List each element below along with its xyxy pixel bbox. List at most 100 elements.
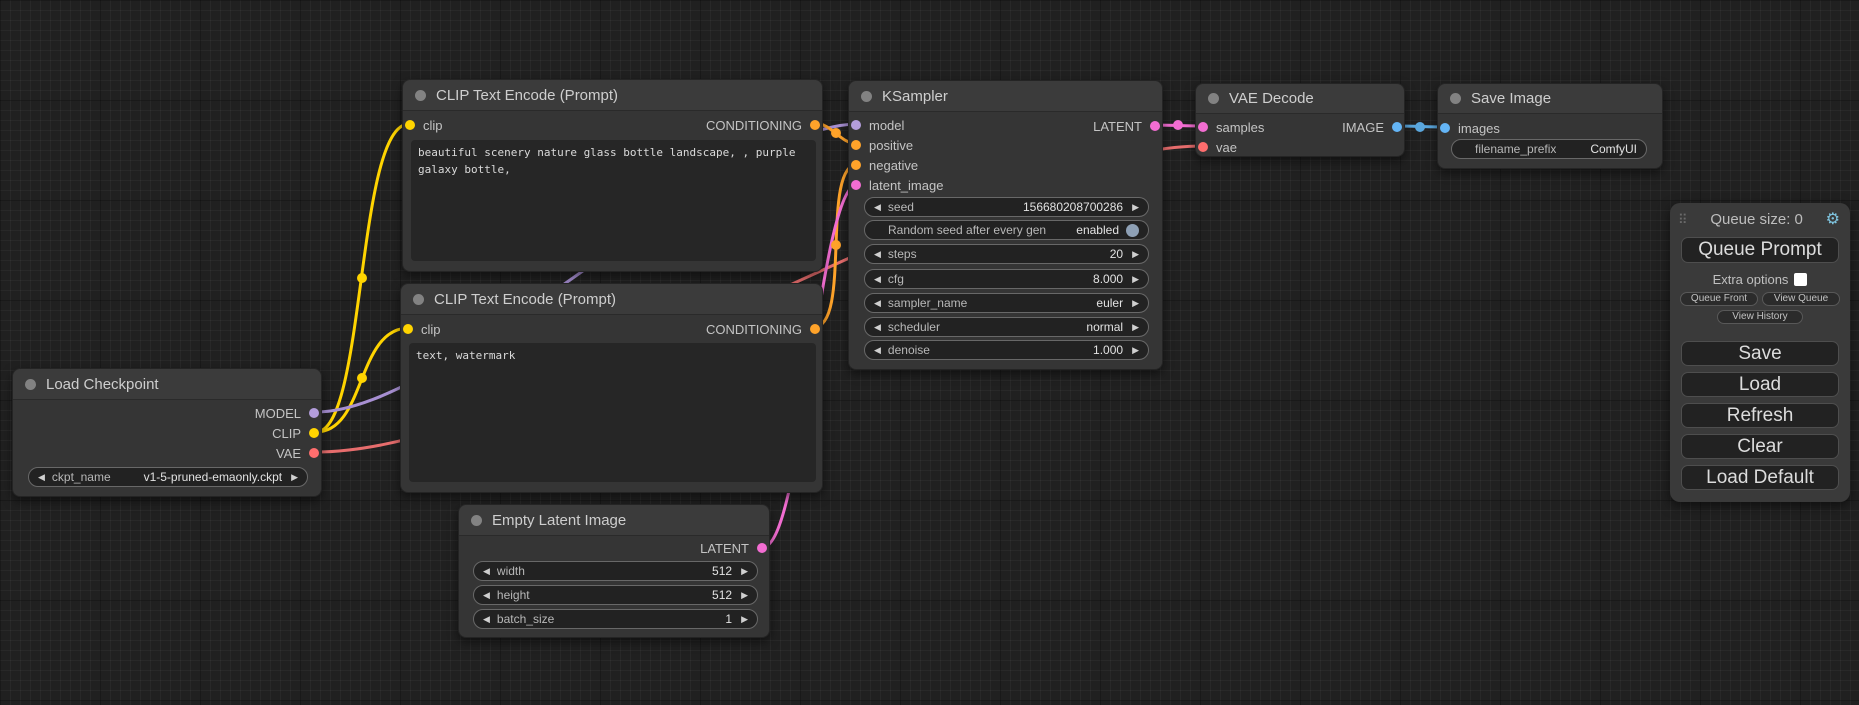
node-empty-latent-image[interactable]: Empty Latent Image LATENT ◀ width 512 ▶ … (458, 504, 770, 638)
decrement-arrow-icon[interactable]: ◀ (874, 323, 881, 332)
view-queue-button[interactable]: View Queue (1762, 292, 1840, 306)
settings-gear-icon[interactable]: ⚙ (1826, 212, 1840, 228)
port-dot-model[interactable] (309, 408, 319, 418)
extra-options-label: Extra options (1713, 272, 1789, 287)
input-port-clip[interactable]: clip (403, 321, 441, 337)
input-port-vae[interactable]: vae (1198, 139, 1237, 155)
decrement-arrow-icon[interactable]: ◀ (874, 203, 881, 212)
input-port-latent-image[interactable]: latent_image (851, 177, 943, 193)
increment-arrow-icon[interactable]: ▶ (291, 473, 298, 482)
node-title-bar[interactable]: KSampler (849, 81, 1162, 112)
increment-arrow-icon[interactable]: ▶ (741, 591, 748, 600)
output-port-vae[interactable]: VAE (276, 445, 319, 461)
height-stepper[interactable]: ◀ height 512 ▶ (473, 585, 758, 605)
decrement-arrow-icon[interactable]: ◀ (483, 615, 490, 624)
sampler-name-combo[interactable]: ◀ sampler_name euler ▶ (864, 293, 1149, 313)
node-ksampler[interactable]: KSampler model positive negative latent_… (848, 80, 1163, 370)
prompt-textarea[interactable]: beautiful scenery nature glass bottle la… (411, 140, 816, 261)
input-port-images[interactable]: images (1440, 120, 1500, 136)
port-label: CONDITIONING (706, 118, 802, 133)
node-clip-text-encode-negative[interactable]: CLIP Text Encode (Prompt) clip CONDITION… (400, 283, 823, 493)
increment-arrow-icon[interactable]: ▶ (1132, 299, 1139, 308)
port-dot-image[interactable] (1440, 123, 1450, 133)
batch-size-stepper[interactable]: ◀ batch_size 1 ▶ (473, 609, 758, 629)
node-title-bar[interactable]: CLIP Text Encode (Prompt) (401, 284, 822, 315)
output-port-conditioning[interactable]: CONDITIONING (706, 321, 820, 337)
increment-arrow-icon[interactable]: ▶ (1132, 203, 1139, 212)
clear-button[interactable]: Clear (1681, 434, 1839, 459)
port-dot-vae[interactable] (309, 448, 319, 458)
extra-options-checkbox[interactable] (1794, 273, 1807, 286)
port-dot-latent[interactable] (1198, 122, 1208, 132)
load-default-button[interactable]: Load Default (1681, 465, 1839, 490)
queue-front-button[interactable]: Queue Front (1680, 292, 1758, 306)
queue-prompt-button[interactable]: Queue Prompt (1681, 237, 1839, 263)
input-port-model[interactable]: model (851, 117, 904, 133)
port-dot-conditioning[interactable] (810, 120, 820, 130)
input-port-negative[interactable]: negative (851, 157, 918, 173)
increment-arrow-icon[interactable]: ▶ (1132, 250, 1139, 259)
seed-stepper[interactable]: ◀ seed 156680208700286 ▶ (864, 197, 1149, 217)
cfg-stepper[interactable]: ◀ cfg 8.000 ▶ (864, 269, 1149, 289)
output-port-conditioning[interactable]: CONDITIONING (706, 117, 820, 133)
decrement-arrow-icon[interactable]: ◀ (38, 473, 45, 482)
decrement-arrow-icon[interactable]: ◀ (874, 275, 881, 284)
node-load-checkpoint[interactable]: Load Checkpoint MODEL CLIP VAE ◀ ckpt_na… (12, 368, 322, 497)
port-dot-conditioning[interactable] (810, 324, 820, 334)
node-title-bar[interactable]: Save Image (1438, 84, 1662, 114)
decrement-arrow-icon[interactable]: ◀ (874, 250, 881, 259)
width-stepper[interactable]: ◀ width 512 ▶ (473, 561, 758, 581)
port-dot-latent[interactable] (851, 180, 861, 190)
port-dot-conditioning[interactable] (851, 140, 861, 150)
prompt-textarea[interactable]: text, watermark (409, 343, 816, 482)
node-vae-decode[interactable]: VAE Decode samples vae IMAGE (1195, 83, 1405, 157)
drag-handle-icon[interactable]: ⠿ (1678, 213, 1688, 226)
increment-arrow-icon[interactable]: ▶ (1132, 323, 1139, 332)
ckpt-name-combo[interactable]: ◀ ckpt_name v1-5-pruned-emaonly.ckpt ▶ (28, 467, 308, 487)
port-dot-latent[interactable] (1150, 121, 1160, 131)
node-title-bar[interactable]: Empty Latent Image (459, 505, 769, 536)
queue-panel[interactable]: ⠿ Queue size: 0 ⚙ Queue Prompt Extra opt… (1670, 203, 1850, 502)
input-port-clip[interactable]: clip (405, 117, 443, 133)
port-dot-clip[interactable] (405, 120, 415, 130)
decrement-arrow-icon[interactable]: ◀ (483, 567, 490, 576)
port-dot-model[interactable] (851, 120, 861, 130)
port-dot-clip[interactable] (309, 428, 319, 438)
increment-arrow-icon[interactable]: ▶ (1132, 346, 1139, 355)
decrement-arrow-icon[interactable]: ◀ (874, 346, 881, 355)
output-port-model[interactable]: MODEL (255, 405, 319, 421)
port-dot-vae[interactable] (1198, 142, 1208, 152)
node-save-image[interactable]: Save Image images filename_prefix ComfyU… (1437, 83, 1663, 169)
port-dot-image[interactable] (1392, 122, 1402, 132)
node-title-bar[interactable]: VAE Decode (1196, 84, 1404, 114)
decrement-arrow-icon[interactable]: ◀ (874, 299, 881, 308)
output-port-clip[interactable]: CLIP (272, 425, 319, 441)
increment-arrow-icon[interactable]: ▶ (741, 615, 748, 624)
denoise-stepper[interactable]: ◀ denoise 1.000 ▶ (864, 340, 1149, 360)
refresh-button[interactable]: Refresh (1681, 403, 1839, 428)
increment-arrow-icon[interactable]: ▶ (1132, 275, 1139, 284)
input-port-positive[interactable]: positive (851, 137, 913, 153)
port-dot-clip[interactable] (403, 324, 413, 334)
output-port-latent[interactable]: LATENT (1093, 118, 1160, 134)
node-graph-canvas[interactable]: Load Checkpoint MODEL CLIP VAE ◀ ckpt_na… (0, 0, 1859, 705)
load-button[interactable]: Load (1681, 372, 1839, 397)
node-title-bar[interactable]: Load Checkpoint (13, 369, 321, 400)
toggle-knob[interactable] (1126, 224, 1139, 237)
output-port-latent[interactable]: LATENT (700, 540, 767, 556)
node-title-bar[interactable]: CLIP Text Encode (Prompt) (403, 80, 822, 111)
random-seed-toggle[interactable]: Random seed after every gen enabled (864, 220, 1149, 240)
save-button[interactable]: Save (1681, 341, 1839, 366)
filename-prefix-field[interactable]: filename_prefix ComfyUI (1451, 139, 1647, 159)
input-port-samples[interactable]: samples (1198, 119, 1264, 135)
increment-arrow-icon[interactable]: ▶ (741, 567, 748, 576)
scheduler-combo[interactable]: ◀ scheduler normal ▶ (864, 317, 1149, 337)
output-port-image[interactable]: IMAGE (1342, 119, 1402, 135)
port-dot-latent[interactable] (757, 543, 767, 553)
decrement-arrow-icon[interactable]: ◀ (483, 591, 490, 600)
widget-label: batch_size (497, 612, 554, 626)
port-dot-conditioning[interactable] (851, 160, 861, 170)
steps-stepper[interactable]: ◀ steps 20 ▶ (864, 244, 1149, 264)
view-history-button[interactable]: View History (1717, 310, 1803, 324)
node-clip-text-encode-positive[interactable]: CLIP Text Encode (Prompt) clip CONDITION… (402, 79, 823, 272)
